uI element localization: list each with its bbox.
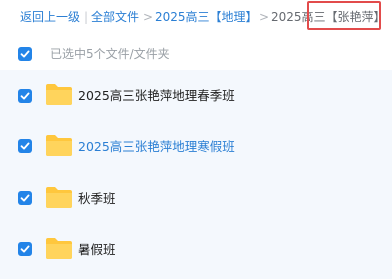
check-icon — [20, 142, 30, 150]
file-list: 2025高三张艳萍地理春季班 2025高三张艳萍地理寒假班 秋季班 暑假班 — [0, 70, 392, 279]
list-item[interactable]: 秋季班 — [0, 174, 392, 222]
row-checkbox[interactable] — [18, 89, 32, 103]
selection-count: 已选中5个文件/文件夹 — [50, 47, 170, 61]
all-files-link[interactable]: 全部文件 — [91, 9, 139, 25]
file-name[interactable]: 秋季班 — [78, 191, 116, 207]
check-icon — [20, 245, 30, 253]
row-checkbox[interactable] — [18, 242, 32, 256]
select-all-checkbox[interactable] — [18, 47, 32, 61]
check-icon — [20, 194, 30, 202]
selection-header: 已选中5个文件/文件夹 — [0, 38, 392, 70]
folder-icon — [46, 187, 72, 208]
folder-icon — [46, 84, 72, 105]
breadcrumb: 返回上一级 | 全部文件 > 2025高三【地理】 > 2025高三【张艳萍】 — [0, 0, 392, 34]
highlight-annotation-box — [307, 1, 381, 30]
breadcrumb-divider: | — [84, 10, 89, 24]
file-name[interactable]: 2025高三张艳萍地理春季班 — [78, 88, 235, 104]
check-icon — [20, 92, 30, 100]
folder-icon — [46, 135, 72, 156]
breadcrumb-item-geography[interactable]: 2025高三【地理】 — [155, 9, 258, 25]
list-item[interactable]: 2025高三张艳萍地理寒假班 — [0, 121, 392, 169]
row-checkbox[interactable] — [18, 191, 32, 205]
breadcrumb-separator: > — [143, 10, 154, 24]
list-item[interactable]: 暑假班 — [0, 226, 392, 274]
file-name[interactable]: 2025高三张艳萍地理寒假班 — [78, 139, 235, 155]
list-item[interactable]: 2025高三张艳萍地理春季班 — [0, 73, 392, 121]
check-icon — [20, 50, 30, 58]
folder-icon — [46, 238, 72, 259]
file-name[interactable]: 暑假班 — [78, 242, 116, 258]
back-link[interactable]: 返回上一级 — [20, 9, 80, 25]
row-checkbox[interactable] — [18, 139, 32, 153]
breadcrumb-separator: > — [259, 10, 270, 24]
